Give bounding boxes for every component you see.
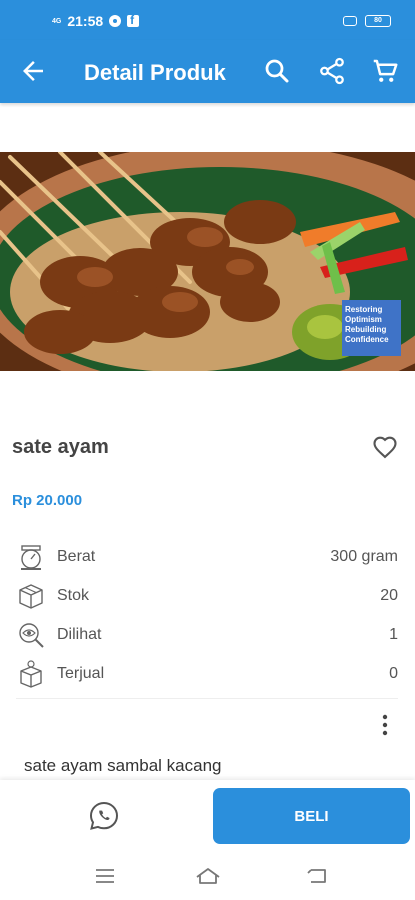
product-description: sate ayam sambal kacang [24,756,222,775]
more-vertical-icon[interactable] [370,712,400,738]
facebook-icon [127,13,140,27]
spec-label: Berat [57,548,96,565]
spec-value: 0 [389,665,398,682]
signal-icon: 4G [52,17,62,25]
share-icon[interactable] [317,56,347,86]
status-left: 4G 21:58 [52,13,140,29]
spec-label: Terjual [57,665,105,682]
page-title: Detail Produk [84,60,226,85]
heart-icon[interactable] [371,433,399,461]
spec-label: Stok [57,587,90,604]
spec-row-views: Dilihat 1 [16,617,398,653]
network-icon [343,16,357,26]
package-sold-icon [20,660,42,688]
spec-row-weight: Berat 300 gram [16,539,398,575]
badge-line: Rebuilding [345,325,387,334]
spec-row-stock: Stok 20 [16,578,398,614]
spec-label: Dilihat [57,626,102,643]
spec-value: 1 [389,626,398,643]
product-price: Rp 20.000 [12,492,83,509]
status-bar: 4G 21:58 80 [0,0,415,40]
magnifier-eye-icon [19,623,44,648]
badge-line: Optimism [345,315,382,324]
spec-value: 20 [380,587,398,604]
battery-icon: 80 [365,15,391,27]
whatsapp-icon[interactable] [88,800,120,832]
badge-line: Confidence [345,335,389,344]
back-arrow-icon[interactable] [18,56,48,86]
spec-row-sold: Terjual 0 [16,656,398,692]
gear-icon [109,15,122,27]
spec-value: 300 gram [330,548,398,565]
system-nav-bar [0,852,415,900]
status-time: 21:58 [67,13,104,29]
search-icon[interactable] [262,56,292,86]
back-nav-icon[interactable] [304,864,330,888]
product-name: sate ayam [12,436,109,458]
app-bar: Detail Produk [0,40,415,103]
home-icon[interactable] [195,864,221,888]
buy-button[interactable]: BELI [213,788,410,844]
status-right: 80 [343,15,391,27]
box-icon [19,584,43,609]
cart-icon[interactable] [370,56,400,86]
menu-icon[interactable] [92,864,118,888]
badge-line: Restoring [345,305,383,314]
scale-icon [21,545,41,570]
divider [16,698,398,699]
bottom-action-bar: BELI [0,780,415,852]
image-badge: Restoring Optimism Rebuilding Confidence [342,300,401,356]
